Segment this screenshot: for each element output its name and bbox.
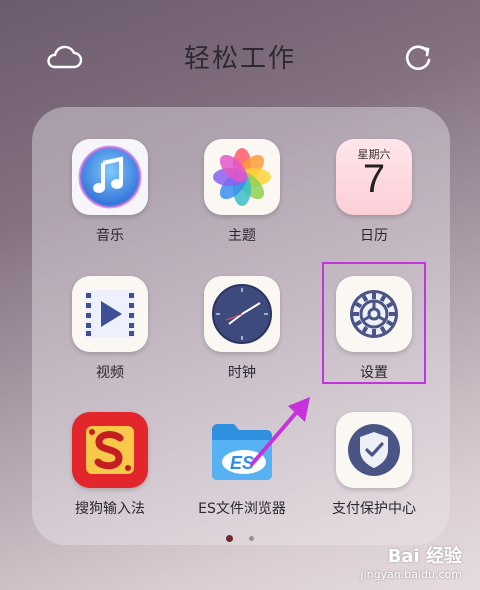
app-label: 时钟 [228,365,256,381]
app-clock[interactable]: 时钟 [179,276,305,382]
refresh-icon[interactable] [396,36,440,80]
watermark-url: jingyan.baidu.com [360,568,462,581]
app-label: 支付保护中心 [332,501,416,517]
app-label: 搜狗输入法 [75,501,145,517]
app-video[interactable]: 视频 [47,276,173,382]
video-icon [72,276,148,352]
calendar-day: 7 [362,157,386,201]
theme-icon [204,139,280,215]
app-label: 主题 [228,228,256,244]
app-payment-protection[interactable]: 支付保护中心 [311,412,437,518]
app-theme[interactable]: 主题 [179,139,305,245]
settings-highlight-box [322,262,426,384]
page-dot[interactable] [248,536,254,541]
app-label: 日历 [360,228,388,244]
clock-icon [204,276,280,352]
pointer-arrow-icon [250,397,310,466]
calendar-icon: 星期六 7 [336,139,412,215]
folder-header: 轻松工作 [0,30,480,86]
app-music[interactable]: 音乐 [47,139,173,245]
sogou-input-icon [72,412,148,488]
app-sogou-input[interactable]: 搜狗输入法 [47,412,173,518]
watermark: Bai 经验 jingyan.baidu.com [342,540,462,585]
music-icon [72,139,148,215]
app-label: 视频 [96,365,124,381]
app-label: ES文件浏览器 [198,501,286,517]
app-label: 音乐 [96,228,124,244]
watermark-brand: Bai 经验 [387,546,462,567]
page-dot-active[interactable] [226,535,234,542]
app-calendar[interactable]: 星期六 7 日历 [311,139,437,245]
payment-protection-icon [336,412,412,488]
